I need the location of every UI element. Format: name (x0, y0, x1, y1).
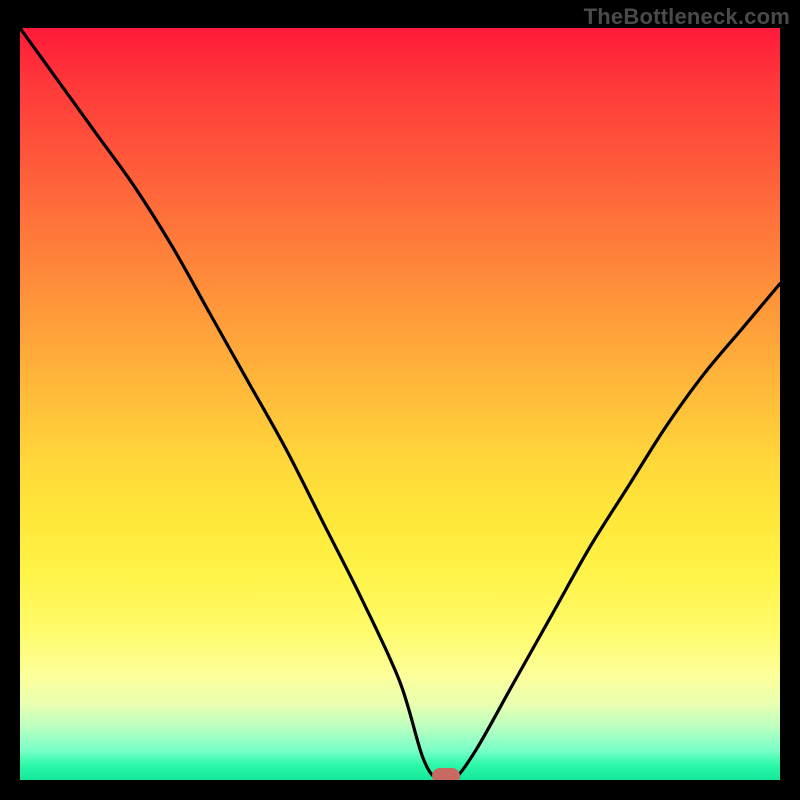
plot-area (20, 28, 780, 780)
attribution-text: TheBottleneck.com (584, 4, 790, 30)
optimal-point-marker (432, 768, 460, 780)
bottleneck-curve (20, 28, 780, 780)
chart-frame: TheBottleneck.com (0, 0, 800, 800)
